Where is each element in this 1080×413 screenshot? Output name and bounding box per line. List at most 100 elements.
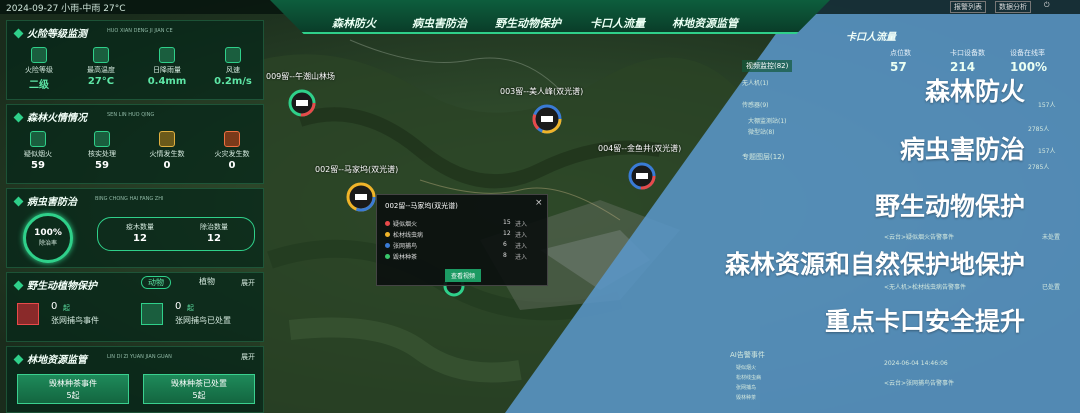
tea-swatch-icon xyxy=(385,254,390,259)
fire-icon xyxy=(31,47,47,63)
nav-forest-land[interactable]: 林地资源监管 xyxy=(672,15,738,31)
nav-checkpoint-flow[interactable]: 卡口人流量 xyxy=(590,15,645,31)
camera-marker-icon[interactable] xyxy=(530,102,564,136)
wildlife-title: 野生动植物保护 xyxy=(27,281,97,292)
section-title: 林地资源监管 xyxy=(13,351,87,366)
event-text[interactable]: <无人机>松材线虫病告警事件 xyxy=(884,282,966,291)
pest-title: 病虫害防治 xyxy=(27,197,77,208)
event-label: 张网捕鸟事件 xyxy=(51,316,99,325)
tab-animals[interactable]: 动物 xyxy=(141,276,171,289)
close-icon[interactable]: × xyxy=(535,198,543,208)
popup-row[interactable]: 松材线虫病 12 进入 xyxy=(385,230,541,239)
pest-rate-label: 除治率 xyxy=(38,240,57,247)
flow-value: 157人 xyxy=(1038,102,1056,109)
row-label: 张网捕鸟 xyxy=(393,243,418,250)
stat-label: 火情发生数 xyxy=(149,150,185,158)
popup-title: 002留--马家坞(双光谱) xyxy=(385,202,458,210)
layer-greenhouse[interactable]: 大棚监测站(1) xyxy=(748,116,787,125)
dashboard-root: 2024-09-27 小雨-中雨 27°C 报警列表 数据分析 ⏻ 森林防火 病… xyxy=(0,0,1080,413)
ai-legend-item: 疑似烟火 xyxy=(736,365,757,371)
ai-legend-item: 张网捕鸟 xyxy=(736,385,757,391)
overlay-line-wildlife: 野生动物保护 xyxy=(874,192,1025,221)
row-enter-link[interactable]: 进入 xyxy=(515,252,527,261)
camera-marker-icon[interactable] xyxy=(287,88,317,118)
section-title: 病虫害防治 xyxy=(13,193,77,208)
event-count: 0 xyxy=(51,301,58,312)
section-subtitle: SEN LIN HUO QING xyxy=(107,112,155,118)
alarm-list-button[interactable]: 报警列表 xyxy=(950,1,986,13)
popup-row[interactable]: 疑似烟火 15 进入 xyxy=(385,219,541,228)
logout-icon[interactable]: ⏻ xyxy=(1044,1,1050,10)
overlay-line-pest: 病虫害防治 xyxy=(899,135,1025,164)
tab-plants[interactable]: 植物 xyxy=(193,276,221,287)
main-nav: 森林防火 病虫害防治 野生动物保护 卡口人流量 林地资源监管 xyxy=(270,0,830,34)
stat-value: 12 xyxy=(133,233,147,244)
camera-marker-icon[interactable] xyxy=(626,160,658,192)
event-text[interactable]: <云台>疑似烟火告警事件 xyxy=(884,232,954,241)
stat-verified: 核实处理 59 xyxy=(77,131,127,171)
stat-label: 风速 xyxy=(226,66,240,74)
camera-marker-icon[interactable] xyxy=(344,180,378,214)
row-enter-link[interactable]: 进入 xyxy=(515,219,527,228)
layer-drone[interactable]: 无人机(1) xyxy=(742,78,769,87)
stat-value: 0 xyxy=(228,160,236,171)
view-video-button[interactable]: 查看视频 xyxy=(445,269,482,282)
tea-handled-button[interactable]: 毁林种茶已处置 5起 xyxy=(143,374,255,404)
expand-link[interactable]: 展开 xyxy=(241,278,255,288)
section-title: 火险等级监测 xyxy=(13,25,87,40)
stat-label: 点位数 xyxy=(890,49,911,57)
diamond-icon xyxy=(13,112,24,123)
diamond-icon xyxy=(13,28,24,39)
section-title: 野生动植物保护 xyxy=(13,277,97,292)
stat-label: 除治数量 xyxy=(200,223,228,231)
tea-event-button[interactable]: 毁林种茶事件 5起 xyxy=(17,374,129,404)
row-count: 6 xyxy=(503,241,507,248)
layer-thematic[interactable]: 专题图层(12) xyxy=(742,152,784,162)
bird-swatch-icon xyxy=(385,243,390,248)
thermometer-icon xyxy=(93,47,109,63)
expand-link[interactable]: 展开 xyxy=(241,352,255,362)
stat-value: 0.2m/s xyxy=(214,76,252,87)
row-label: 松材线虫病 xyxy=(393,232,424,239)
nav-wildlife[interactable]: 野生动物保护 xyxy=(495,15,561,31)
ai-alert-title: AI告警事件 xyxy=(730,351,765,359)
data-analysis-button[interactable]: 数据分析 xyxy=(995,1,1031,13)
checkpoint-title: 卡口人流量 xyxy=(846,32,896,43)
row-count: 8 xyxy=(503,252,507,259)
event-text[interactable]: <云台>张网捕鸟告警事件 xyxy=(884,378,954,387)
stat-value: 59 xyxy=(95,160,109,171)
stat-value: 0 xyxy=(163,160,171,171)
popup-row[interactable]: 张网捕鸟 6 进入 xyxy=(385,241,541,250)
stat-label: 日降雨量 xyxy=(153,66,181,74)
bird-event-card: 0 起 张网捕鸟事件 xyxy=(17,301,127,335)
rain-icon xyxy=(159,47,175,63)
stat-value: 0.4mm xyxy=(147,76,187,87)
check-icon xyxy=(94,131,110,147)
flow-value: 2785人 xyxy=(1028,126,1050,133)
event-tag: 未处置 xyxy=(1042,234,1061,241)
marker-label: 004留--金鱼井(双光谱) xyxy=(598,144,682,153)
row-count: 12 xyxy=(503,230,511,237)
pest-rate-ring: 100% 除治率 xyxy=(23,213,73,263)
layer-sensor[interactable]: 传感器(9) xyxy=(742,100,769,109)
pest-section: 病虫害防治 BING CHONG HAI FANG ZHI 100% 除治率 疫… xyxy=(6,188,264,268)
nav-forest-fire[interactable]: 森林防火 xyxy=(332,15,376,31)
section-title: 森林火情情况 xyxy=(13,109,87,124)
stat-label: 疫木数量 xyxy=(126,223,154,231)
fire-tree-icon xyxy=(224,131,240,147)
event-count: 0 xyxy=(175,301,182,312)
ai-legend-item: 松材线虫病 xyxy=(736,375,762,381)
nav-pest-control[interactable]: 病虫害防治 xyxy=(412,15,467,31)
popup-row[interactable]: 毁林种茶 8 进入 xyxy=(385,252,541,261)
row-enter-link[interactable]: 进入 xyxy=(515,241,527,250)
event-time: 2024-06-04 14:46:06 xyxy=(884,360,948,367)
stat-treated: 除治数量 12 xyxy=(184,220,244,244)
layer-micro-station[interactable]: 微型站(8) xyxy=(748,127,775,136)
event-label: 张网捕鸟已处置 xyxy=(175,316,231,325)
event-unit: 起 xyxy=(63,304,70,312)
layer-video[interactable]: 视频监控(82) xyxy=(742,60,793,72)
forest-land-title: 林地资源监管 xyxy=(27,355,87,366)
stat-label: 设备在线率 xyxy=(1010,49,1045,57)
forest-fire-section: 森林火情情况 SEN LIN HUO QING 疑似烟火 59 核实处理 59 火情… xyxy=(6,104,264,184)
row-enter-link[interactable]: 进入 xyxy=(515,230,527,239)
